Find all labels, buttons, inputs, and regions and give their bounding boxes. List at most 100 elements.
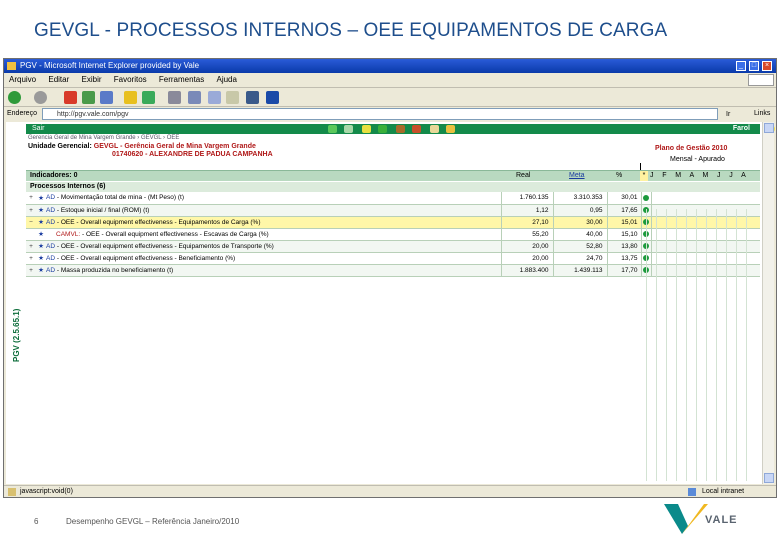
- status-dot[interactable]: [640, 192, 651, 205]
- real-value: 27,10: [500, 216, 553, 229]
- app-header: Sair Farol: [26, 124, 775, 134]
- chart-icon[interactable]: [378, 125, 387, 133]
- favorite-icon[interactable]: ★: [36, 240, 46, 253]
- print-icon[interactable]: [168, 91, 181, 104]
- cut-icon[interactable]: [188, 91, 201, 104]
- menu-favoritos[interactable]: Favoritos: [109, 73, 152, 87]
- go-button[interactable]: Ir: [726, 108, 750, 120]
- meta-value: 0,95: [552, 204, 607, 217]
- indicator-label: OEE - Overall equipment effectiveness - …: [60, 218, 261, 226]
- col-real: Real: [516, 172, 531, 179]
- export-icon[interactable]: [446, 125, 455, 133]
- bluetooth-icon[interactable]: [266, 91, 279, 104]
- meta-value: 24,70: [552, 252, 607, 265]
- links-label[interactable]: Links: [754, 107, 770, 121]
- indicator-name[interactable]: AD - OEE - Overall equipment effectivene…: [46, 240, 501, 253]
- indicator-name[interactable]: AD - Estoque inicial / final (ROM) (t): [46, 204, 501, 217]
- real-value: 20,00: [500, 240, 553, 253]
- copy-icon[interactable]: [208, 91, 221, 104]
- col-star[interactable]: *: [640, 171, 648, 181]
- meta-value: 3.310.353: [552, 192, 607, 205]
- processes-header[interactable]: Processos Internos (6): [26, 182, 760, 192]
- menu-ferramentas[interactable]: Ferramentas: [154, 73, 209, 87]
- indicator-code: AD: [46, 206, 56, 214]
- indicator-name[interactable]: AD - Movimentação total de mina - (Mt Pe…: [46, 192, 501, 205]
- favorite-icon[interactable]: ★: [36, 264, 46, 277]
- close-icon[interactable]: ×: [762, 61, 772, 71]
- month-grid: [636, 209, 758, 481]
- expand-toggle[interactable]: +: [26, 204, 36, 217]
- favorite-icon[interactable]: ★: [36, 216, 46, 229]
- browser-titlebar: PGV - Microsoft Internet Explorer provid…: [4, 59, 776, 73]
- favorite-icon[interactable]: ★: [36, 192, 46, 205]
- col-meta[interactable]: Meta: [569, 171, 585, 181]
- green-status-icon: [643, 194, 649, 201]
- favorite-icon[interactable]: ★: [36, 252, 46, 265]
- indicator-code: AD: [46, 218, 56, 226]
- back-icon[interactable]: [8, 91, 21, 104]
- vertical-scrollbar[interactable]: [762, 122, 774, 484]
- report-icon[interactable]: [430, 125, 439, 133]
- tools-icon[interactable]: [412, 125, 421, 133]
- month-cells: [650, 192, 760, 205]
- indicator-name[interactable]: AD - OEE - Overall equipment effectivene…: [46, 216, 501, 229]
- unit-name: - Gerência Geral de Mina Vargem Grande: [118, 143, 256, 150]
- exit-link[interactable]: Sair: [32, 124, 44, 134]
- expand-toggle[interactable]: +: [26, 264, 36, 277]
- indicators-header: Indicadores: 0 Real Meta % * J F M A M J…: [26, 170, 760, 189]
- page-number: 6: [34, 517, 39, 526]
- paste-icon[interactable]: [226, 91, 239, 104]
- menu-ajuda[interactable]: Ajuda: [211, 73, 241, 87]
- favorite-icon[interactable]: ★: [36, 204, 46, 217]
- ie-icon: [7, 62, 16, 70]
- discuss-icon[interactable]: [246, 91, 259, 104]
- stop-icon[interactable]: [64, 91, 77, 104]
- expand-toggle[interactable]: +: [26, 252, 36, 265]
- intranet-icon: [688, 488, 696, 496]
- indicator-name[interactable]: AD - Massa produzida no beneficiamento (…: [46, 264, 501, 277]
- indicator-name[interactable]: AD - OEE - Overall equipment effectivene…: [46, 252, 501, 265]
- status-bar: javascript:void(0) Local intranet: [4, 485, 776, 497]
- expand-toggle[interactable]: [26, 228, 36, 241]
- manager-name: 01740620 - ALEXANDRE DE PADUA CAMPANHA: [112, 151, 273, 158]
- indicators-label[interactable]: Indicadores: 0: [30, 171, 77, 181]
- status-text: javascript:void(0): [20, 488, 73, 495]
- menu-editar[interactable]: Editar: [43, 73, 74, 87]
- scroll-down-icon[interactable]: [764, 473, 774, 483]
- real-value: 1,12: [500, 204, 553, 217]
- expand-toggle[interactable]: −: [26, 216, 36, 229]
- maximize-icon[interactable]: □: [749, 61, 759, 71]
- forward-icon[interactable]: [34, 91, 47, 104]
- refresh-icon[interactable]: [82, 91, 95, 104]
- expand-toggle[interactable]: +: [26, 240, 36, 253]
- lamp-icon[interactable]: [362, 125, 371, 133]
- indicator-code: AD: [46, 266, 56, 274]
- address-input[interactable]: http://pgv.vale.com/pgv: [42, 108, 718, 120]
- menu-bar: Arquivo Editar Exibir Favoritos Ferramen…: [4, 73, 776, 87]
- menu-arquivo[interactable]: Arquivo: [4, 73, 41, 87]
- favorites-icon[interactable]: [124, 91, 137, 104]
- box-icon[interactable]: [396, 125, 405, 133]
- favorite-icon[interactable]: ★: [36, 228, 46, 241]
- real-value: 1.760.135: [500, 192, 553, 205]
- history-icon[interactable]: [142, 91, 155, 104]
- zone-text: Local intranet: [702, 488, 745, 495]
- indicator-name[interactable]: CAMVL: - OEE - Overall equipment effecti…: [46, 228, 501, 241]
- home-app-icon[interactable]: [328, 125, 337, 133]
- menu-exibir[interactable]: Exibir: [77, 73, 107, 87]
- indicator-code: AD: [46, 242, 56, 250]
- expand-toggle[interactable]: +: [26, 192, 36, 205]
- vale-logo-text: VALE: [705, 514, 738, 526]
- meta-value: 40,00: [552, 228, 607, 241]
- farol-label: Farol: [732, 125, 750, 132]
- indicator-code: AD: [46, 194, 56, 202]
- unit-code[interactable]: GEVGL: [94, 143, 118, 150]
- home-icon[interactable]: [100, 91, 113, 104]
- scroll-up-icon[interactable]: [764, 123, 774, 133]
- browser-title: PGV - Microsoft Internet Explorer provid…: [20, 61, 200, 70]
- indicator-row[interactable]: + ★ AD - Movimentação total de mina - (Mt …: [26, 192, 760, 205]
- indicator-label: Movimentação total de mina - (Mt Peso) (…: [60, 194, 184, 202]
- minimize-icon[interactable]: _: [736, 61, 746, 71]
- globe-icon[interactable]: [344, 125, 353, 133]
- breadcrumb[interactable]: Gerencia Geral de Mina Vargem Grande › G…: [28, 135, 179, 141]
